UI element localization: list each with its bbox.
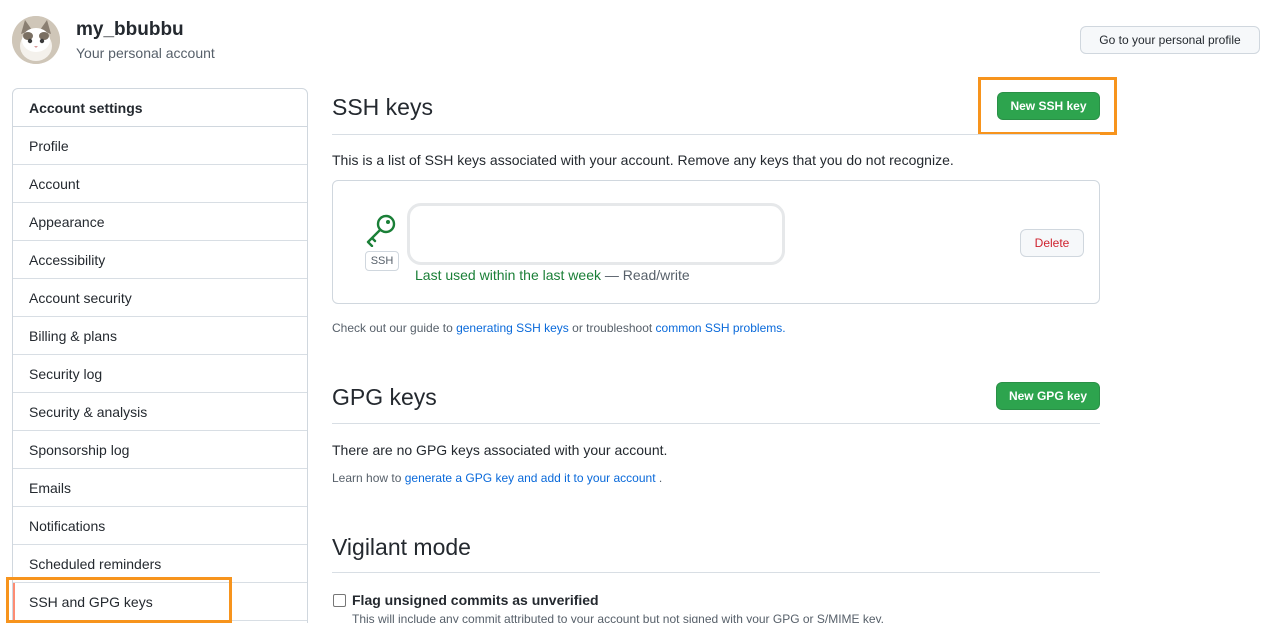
ssh-guide-suffix: . [782, 321, 786, 335]
sidebar-item-emails[interactable]: Emails [13, 469, 307, 507]
sidebar-item-sponsorship-log[interactable]: Sponsorship log [13, 431, 307, 469]
sidebar-item-appearance[interactable]: Appearance [13, 203, 307, 241]
ssh-guide-text: Check out our guide to generating SSH ke… [332, 321, 786, 335]
sidebar-item-ssh-gpg-keys[interactable]: SSH and GPG keys [13, 583, 307, 621]
sidebar-item-billing[interactable]: Billing & plans [13, 317, 307, 355]
ssh-description: This is a list of SSH keys associated wi… [332, 152, 954, 168]
sidebar-item-scheduled-reminders[interactable]: Scheduled reminders [13, 545, 307, 583]
delete-ssh-key-button[interactable]: Delete [1020, 229, 1084, 257]
sidebar-item-security-analysis[interactable]: Security & analysis [13, 393, 307, 431]
gpg-empty-text: There are no GPG keys associated with yo… [332, 442, 668, 458]
gpg-learn-prefix: Learn how to [332, 471, 405, 485]
ssh-key-item: SSH Last used within the last week — Rea… [332, 180, 1100, 304]
sidebar-item-account[interactable]: Account [13, 165, 307, 203]
gpg-learn-text: Learn how to generate a GPG key and add … [332, 471, 662, 485]
vigilant-mode-title: Vigilant mode [332, 534, 471, 560]
cat-avatar-icon [12, 16, 60, 64]
ssh-divider [332, 134, 1100, 135]
account-name[interactable]: my_bbubbu [76, 19, 184, 41]
go-to-profile-button[interactable]: Go to your personal profile [1080, 26, 1260, 54]
ssh-badge: SSH [365, 251, 399, 271]
ssh-keys-title: SSH keys [332, 94, 433, 120]
key-icon [366, 214, 396, 247]
avatar[interactable] [12, 16, 60, 64]
generating-ssh-keys-link[interactable]: generating SSH keys [456, 321, 569, 335]
generate-gpg-key-link[interactable]: generate a GPG key and add it to your ac… [405, 471, 656, 485]
flag-unsigned-commits-checkbox[interactable] [333, 594, 346, 607]
flag-unsigned-commits-description: This will include any commit attributed … [352, 612, 885, 623]
ssh-guide-prefix: Check out our guide to [332, 321, 457, 335]
ssh-key-meta: Last used within the last week — Read/wr… [415, 267, 690, 283]
ssh-key-access: — Read/write [601, 267, 690, 283]
gpg-learn-suffix: . [655, 471, 663, 485]
sidebar-item-accessibility[interactable]: Accessibility [13, 241, 307, 279]
sidebar-item-profile[interactable]: Profile [13, 127, 307, 165]
sidebar-heading: Account settings [13, 89, 307, 127]
ssh-key-title-redacted [407, 203, 785, 265]
settings-sidebar: Account settings Profile Account Appeara… [12, 88, 308, 623]
flag-unsigned-commits-label[interactable]: Flag unsigned commits as unverified [352, 592, 599, 608]
ssh-guide-middle: or troubleshoot [568, 321, 656, 335]
new-ssh-key-button[interactable]: New SSH key [997, 92, 1100, 120]
ssh-key-last-used: Last used within the last week [415, 267, 601, 283]
sidebar-item-security-log[interactable]: Security log [13, 355, 307, 393]
common-ssh-problems-link[interactable]: common SSH problems [656, 321, 783, 335]
new-gpg-key-button[interactable]: New GPG key [996, 382, 1100, 410]
account-subtitle: Your personal account [76, 45, 215, 61]
sidebar-item-account-security[interactable]: Account security [13, 279, 307, 317]
gpg-divider [332, 423, 1100, 424]
gpg-keys-title: GPG keys [332, 384, 437, 410]
sidebar-item-notifications[interactable]: Notifications [13, 507, 307, 545]
vigilant-divider [332, 572, 1100, 573]
